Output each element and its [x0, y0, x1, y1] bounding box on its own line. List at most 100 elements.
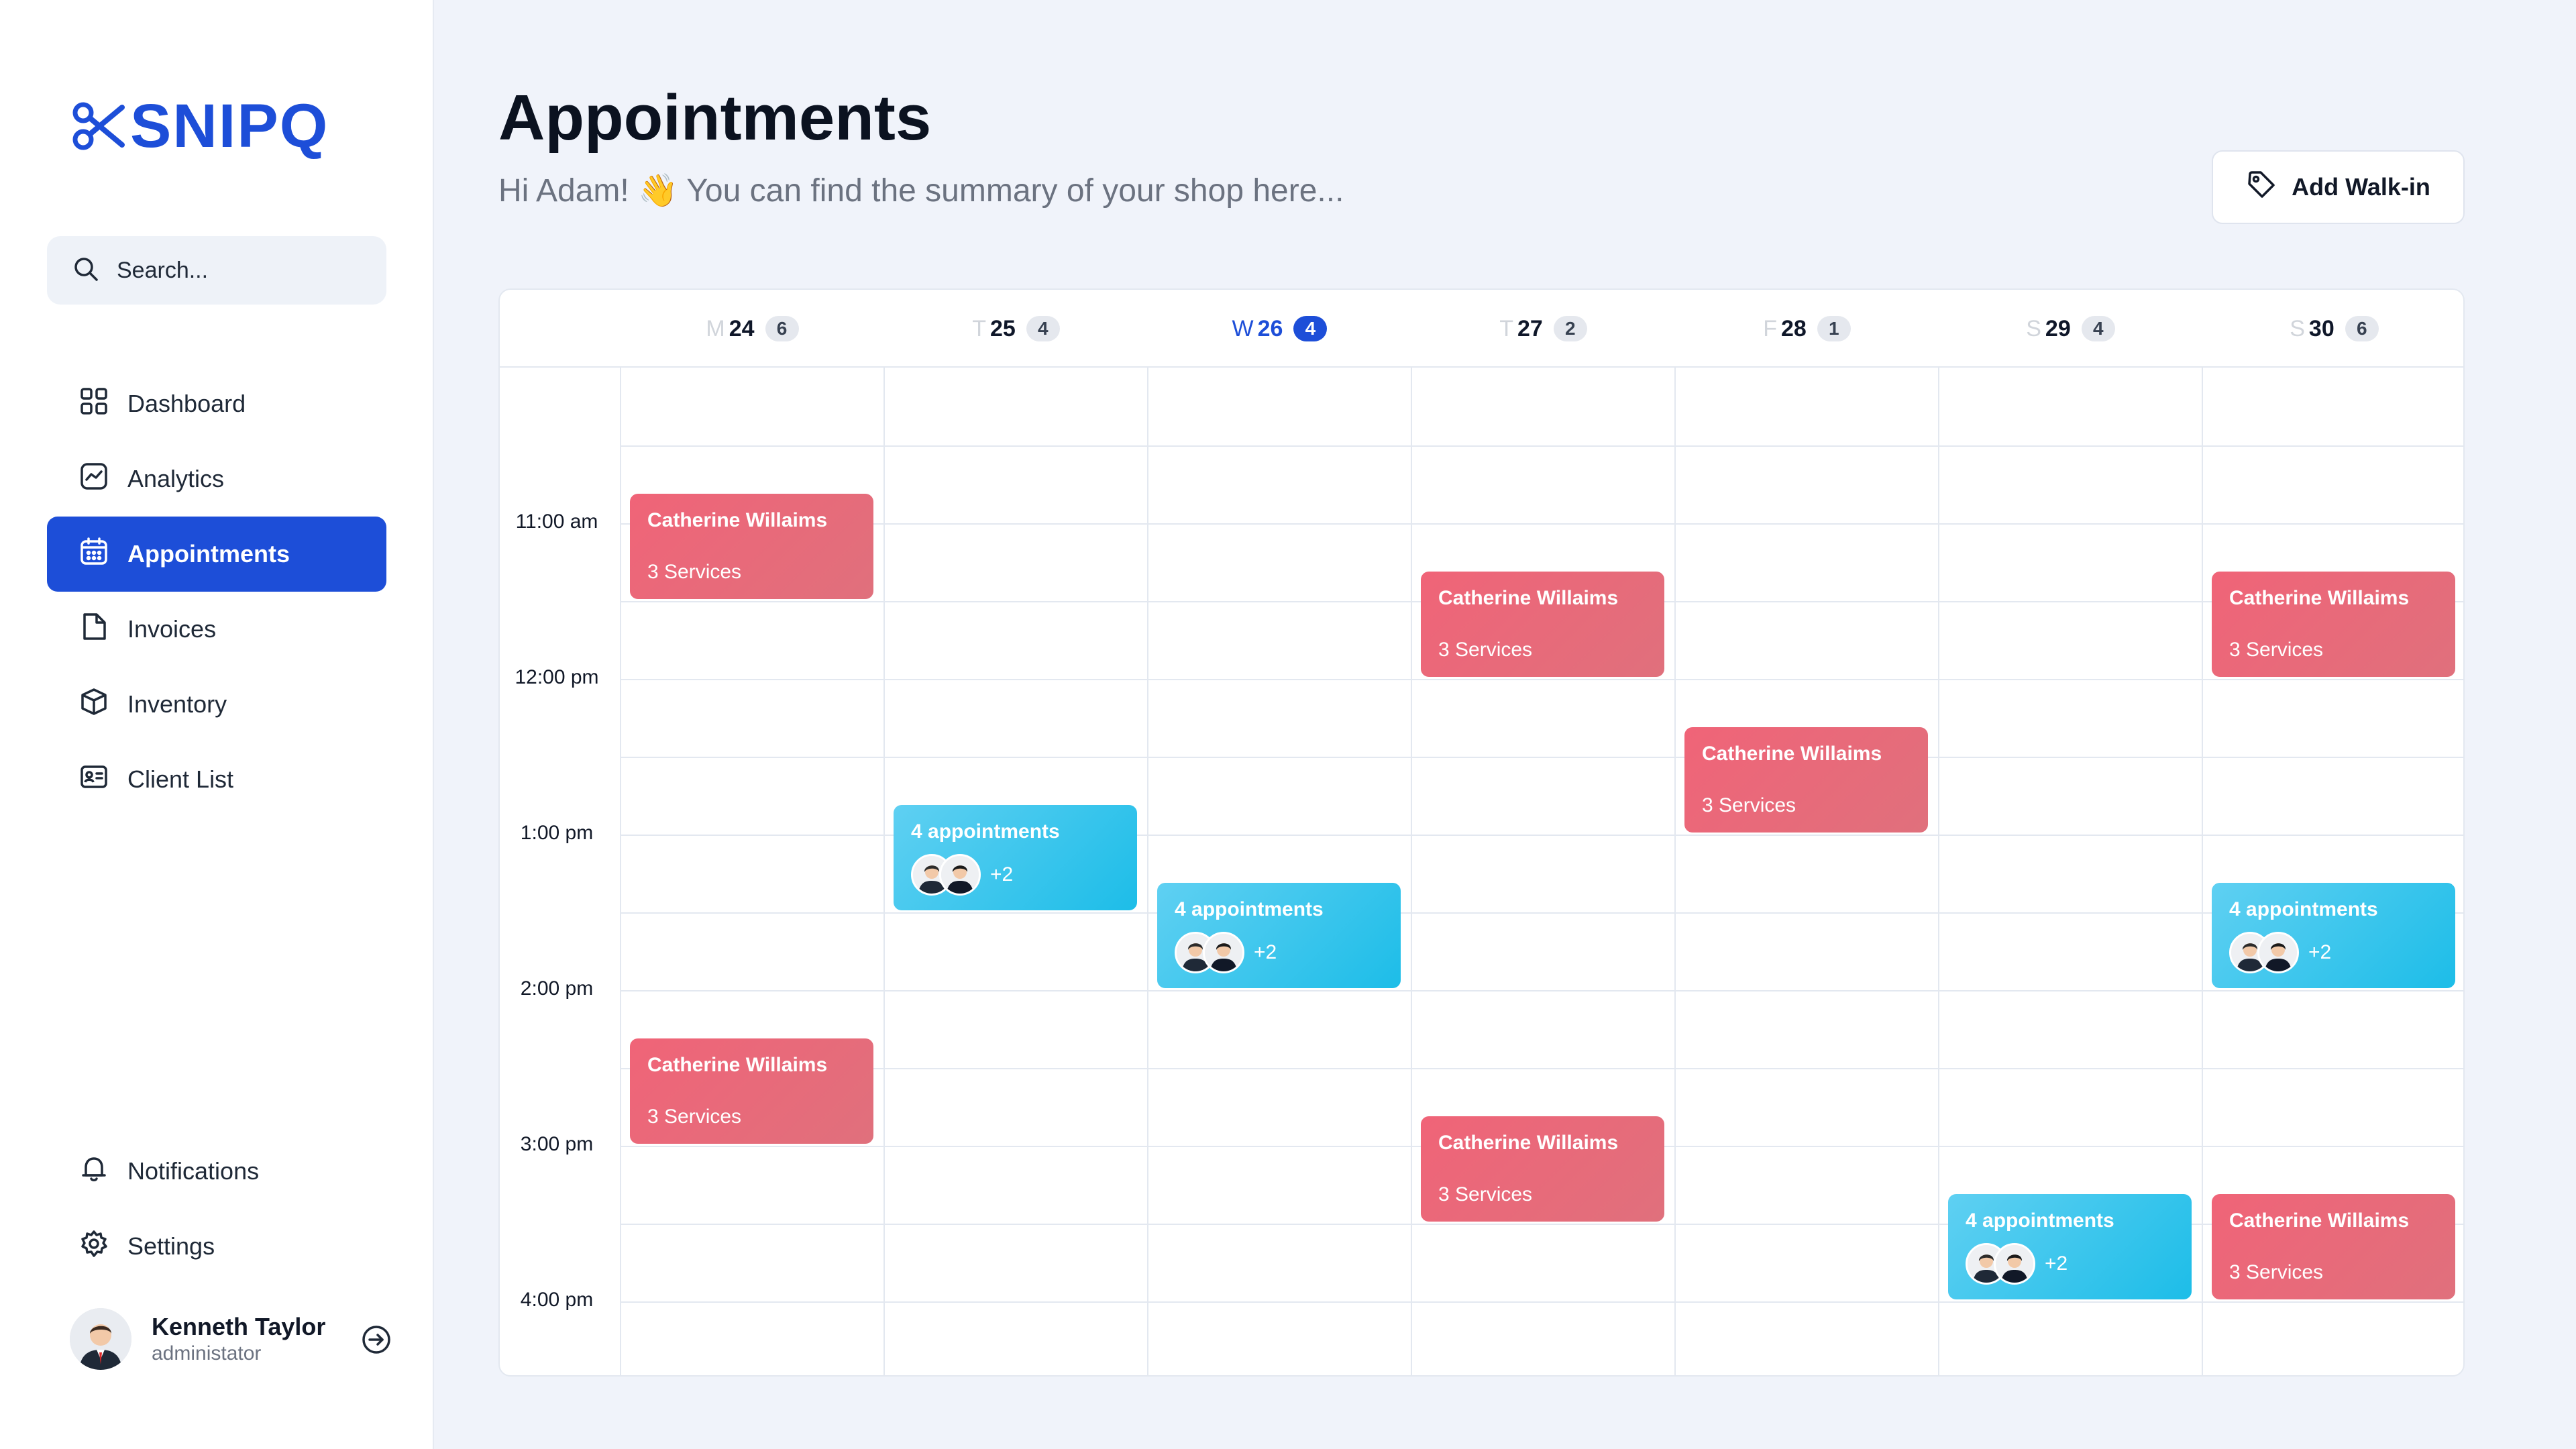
- day-count-badge: 4: [1026, 316, 1060, 341]
- day-date: 24: [729, 315, 755, 341]
- day-header[interactable]: W 26 4: [1148, 290, 1411, 368]
- day-count-badge: 4: [1293, 316, 1328, 341]
- day-header[interactable]: T 25 4: [884, 290, 1148, 368]
- grid-line: [621, 1301, 2463, 1303]
- grid-line: [1674, 368, 1676, 1375]
- user-name: Kenneth Taylor: [152, 1313, 326, 1341]
- brand-name: SNIPQ: [130, 92, 329, 160]
- search-box[interactable]: [47, 236, 386, 305]
- grid-line: [2202, 368, 2203, 1375]
- day-letter: T: [972, 315, 986, 341]
- day-header[interactable]: S 30 6: [2202, 290, 2463, 368]
- avatar[interactable]: [70, 1308, 131, 1370]
- grid-icon: [79, 386, 127, 422]
- nav-label: Client List: [127, 765, 234, 793]
- nav-label: Analytics: [127, 465, 225, 492]
- grid-line: [883, 368, 885, 1375]
- avatar-stack: +2: [1175, 932, 1277, 974]
- client-name: Catherine Willaims: [647, 509, 828, 531]
- group-appointment-card[interactable]: 4 appointments +2: [1157, 883, 1401, 989]
- user-profile: Kenneth Taylor administator: [70, 1305, 392, 1373]
- day-letter: W: [1232, 315, 1254, 341]
- day-date: 26: [1257, 315, 1283, 341]
- tag-icon: [2246, 169, 2277, 206]
- page-subtitle: Hi Adam! 👋 You can find the summary of y…: [498, 173, 1344, 209]
- nav-item-invoices[interactable]: Invoices: [47, 592, 386, 667]
- day-date: 29: [2045, 315, 2071, 341]
- time-label: 1:00 pm: [520, 822, 594, 844]
- appointment-card[interactable]: Catherine Willaims 3 Services: [1421, 1116, 1664, 1222]
- avatar: [2257, 932, 2299, 974]
- add-walk-in-button[interactable]: Add Walk-in: [2212, 150, 2465, 224]
- nav-label: Inventory: [127, 690, 227, 718]
- client-name: Catherine Willaims: [2229, 587, 2410, 609]
- day-date: 27: [1517, 315, 1543, 341]
- chart-icon: [79, 462, 127, 497]
- time-label: 2:00 pm: [520, 977, 594, 1000]
- nav-item-analytics[interactable]: Analytics: [47, 441, 386, 517]
- calendar-icon: [79, 537, 127, 572]
- avatar: [1203, 932, 1244, 974]
- more-count: +2: [2308, 941, 2332, 964]
- avatar: [1994, 1243, 2035, 1285]
- id-card-icon: [79, 762, 127, 798]
- grid-line: [1147, 368, 1148, 1375]
- group-appointment-card[interactable]: 4 appointments +2: [1948, 1194, 2192, 1300]
- day-date: 25: [989, 315, 1016, 341]
- appointment-card[interactable]: Catherine Willaims 3 Services: [630, 494, 873, 600]
- day-header[interactable]: M 24 6: [621, 290, 884, 368]
- services-count: 3 Services: [1702, 794, 1796, 817]
- grid-line: [621, 990, 2463, 991]
- brand-logo[interactable]: SNIPQ: [70, 95, 329, 157]
- day-count-badge: 6: [2345, 316, 2379, 341]
- appointment-count: 4 appointments: [2229, 898, 2378, 920]
- day-count-badge: 6: [765, 316, 799, 341]
- time-label: 3:00 pm: [520, 1133, 594, 1155]
- box-icon: [79, 687, 127, 722]
- time-label: 4:00 pm: [520, 1289, 594, 1311]
- nav-item-settings[interactable]: Settings: [47, 1209, 386, 1284]
- nav-item-inventory[interactable]: Inventory: [47, 667, 386, 742]
- appointment-card[interactable]: Catherine Willaims 3 Services: [2212, 572, 2455, 678]
- time-label: 12:00 pm: [515, 666, 599, 688]
- nav-label: Invoices: [127, 615, 217, 643]
- gear-icon: [79, 1229, 127, 1265]
- day-letter: S: [2026, 315, 2041, 341]
- day-letter: T: [1499, 315, 1513, 341]
- day-header[interactable]: F 28 1: [1675, 290, 1939, 368]
- grid-line: [1938, 368, 1939, 1375]
- more-count: +2: [990, 863, 1014, 886]
- logout-icon[interactable]: [361, 1324, 392, 1358]
- group-appointment-card[interactable]: 4 appointments +2: [2212, 883, 2455, 989]
- nav-item-client-list[interactable]: Client List: [47, 742, 386, 817]
- avatar-stack: +2: [2229, 932, 2332, 974]
- group-appointment-card[interactable]: 4 appointments +2: [894, 805, 1137, 911]
- day-letter: S: [2290, 315, 2305, 341]
- services-count: 3 Services: [1438, 639, 1533, 661]
- add-walk-in-label: Add Walk-in: [2292, 173, 2430, 201]
- appointment-count: 4 appointments: [1175, 898, 1324, 920]
- appointment-card[interactable]: Catherine Willaims 3 Services: [630, 1038, 873, 1144]
- day-header[interactable]: S 29 4: [1939, 290, 2202, 368]
- grid-line: [621, 679, 2463, 680]
- client-name: Catherine Willaims: [647, 1054, 828, 1076]
- appointment-card[interactable]: Catherine Willaims 3 Services: [2212, 1194, 2455, 1300]
- document-icon: [79, 612, 127, 647]
- appointment-card[interactable]: Catherine Willaims 3 Services: [1684, 727, 1928, 833]
- week-calendar: M 24 6 T 25 4 W 26 4 T 27 2 F 28 1 S 29 4 S 30 6 11:00 am 12:…: [498, 288, 2465, 1377]
- nav-item-appointments[interactable]: Appointments: [47, 517, 386, 592]
- services-count: 3 Services: [2229, 1261, 2324, 1284]
- nav-item-notifications[interactable]: Notifications: [47, 1134, 386, 1209]
- appointment-card[interactable]: Catherine Willaims 3 Services: [1421, 572, 1664, 678]
- search-input[interactable]: [117, 257, 372, 284]
- day-date: 30: [2308, 315, 2334, 341]
- day-count-badge: 2: [1553, 316, 1587, 341]
- services-count: 3 Services: [647, 561, 742, 584]
- day-header[interactable]: T 27 2: [1411, 290, 1675, 368]
- nav-label: Notifications: [127, 1157, 260, 1185]
- main-nav: Dashboard Analytics Appointments Invoice…: [47, 366, 386, 817]
- scissors-icon: [70, 98, 126, 154]
- nav-label: Appointments: [127, 540, 290, 568]
- day-letter: F: [1763, 315, 1777, 341]
- nav-item-dashboard[interactable]: Dashboard: [47, 366, 386, 441]
